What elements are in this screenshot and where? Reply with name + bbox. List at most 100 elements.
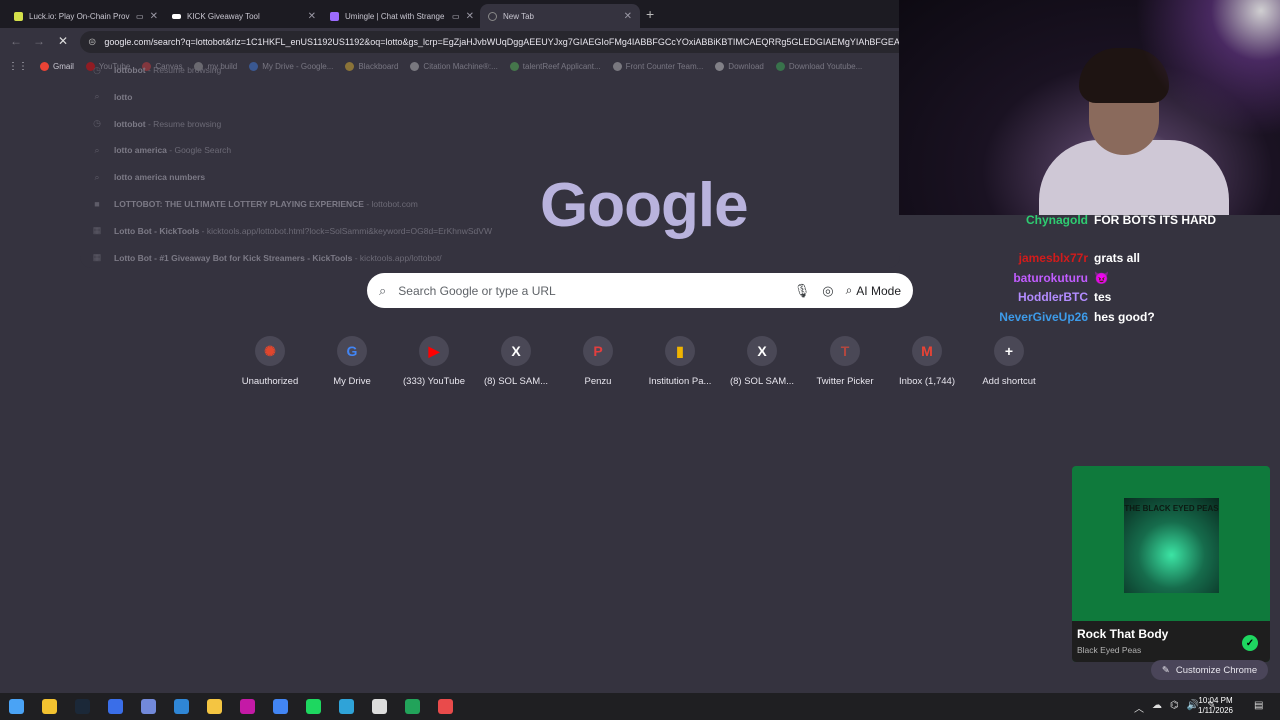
notification-icon[interactable]: ▤ <box>1254 700 1263 711</box>
omnibox-suggestion[interactable]: ⌕ lotto america numbers <box>92 170 205 184</box>
bookmark-item[interactable]: Gmail <box>40 61 74 71</box>
shortcut-label: My Drive <box>333 376 371 387</box>
bookmark-favicon-icon <box>40 61 49 71</box>
kick-next-icon[interactable] <box>231 693 264 720</box>
chrome-canary-glyph <box>207 699 222 714</box>
steam-icon[interactable] <box>66 693 99 720</box>
now-playing-card: THE BLACK EYED PEAS Rock That Body Black… <box>1072 466 1270 662</box>
forward-icon[interactable]: → <box>33 34 45 48</box>
omnibox-suggestion[interactable]: ■ LOTTOBOT: THE ULTIMATE LOTTERY PLAYING … <box>92 197 418 211</box>
shortcut-tile[interactable]: ✺ Unauthorized <box>229 336 311 387</box>
obs-icon[interactable] <box>429 693 462 720</box>
ai-mode-button[interactable]: ⌕ AI Mode <box>846 283 901 298</box>
omnibox-suggestion[interactable]: ◷ lottobot - Resume browsing <box>92 63 221 77</box>
close-tab-icon[interactable]: ✕ <box>150 11 158 22</box>
tab-new-tab[interactable]: New Tab ✕ <box>480 4 640 28</box>
back-icon[interactable]: ← <box>10 34 22 48</box>
tab-luck[interactable]: Luck.io: Play On-Chain Prov ▭ ✕ <box>6 4 166 28</box>
shortcut-label: (8) SOL SAM... <box>483 376 549 387</box>
terminal-icon[interactable] <box>396 693 429 720</box>
apps-icon[interactable]: ⋮⋮ <box>8 61 28 72</box>
search-icon: ⌕ <box>94 91 100 102</box>
chat-text: 😈 <box>1094 271 1109 285</box>
file-explorer-icon[interactable] <box>33 693 66 720</box>
loading-icon <box>488 11 497 21</box>
close-tab-icon[interactable]: ✕ <box>624 11 632 22</box>
address-bar[interactable]: ⊜ google.com/search?q=lottobot&rlz=1C1HK… <box>80 31 900 53</box>
shortcut-label: Penzu <box>584 376 612 387</box>
taskbar-clock[interactable]: 10:04 PM 1/11/2026 <box>1198 696 1233 716</box>
chat-message: NeverGiveUp26 hes good? <box>900 310 1280 328</box>
shortcut-tile[interactable]: ▮ Institution Pa... <box>639 336 721 387</box>
spotify-icon[interactable] <box>297 693 330 720</box>
site-info-icon[interactable]: ⊜ <box>88 37 96 48</box>
ai-search-icon: ⌕ <box>845 283 853 297</box>
settings-gear-glyph <box>372 699 387 714</box>
chat-message: Chynagold FOR BOTS ITS HARD <box>900 213 1280 231</box>
shortcut-tile[interactable]: X (8) SOL SAM... <box>475 336 557 387</box>
shortcut-tile[interactable]: X (8) SOL SAM... <box>721 336 803 387</box>
history-icon: ◷ <box>93 64 101 75</box>
taskbar <box>0 693 1280 720</box>
search-icon: ⌕ <box>94 171 100 182</box>
omnibox-suggestion[interactable]: ⌕ lotto <box>92 90 132 104</box>
chat-text: FOR BOTS ITS HARD <box>1094 213 1216 227</box>
media-icon: ▭ <box>136 11 144 21</box>
vscode-icon[interactable] <box>165 693 198 720</box>
shortcut-tile[interactable]: P Penzu <box>557 336 639 387</box>
search-input[interactable] <box>398 283 782 298</box>
tab-kick[interactable]: KICK Giveaway Tool ✕ <box>164 4 324 28</box>
chat-message: baturokuturu 😈 <box>900 271 1280 289</box>
shortcut-tile[interactable]: M Inbox (1,744) <box>886 336 968 387</box>
discord-icon[interactable] <box>132 693 165 720</box>
umingle-icon <box>330 11 339 21</box>
settings-gear-icon[interactable] <box>363 693 396 720</box>
shortcut-label: Twitter Picker <box>816 376 874 387</box>
shortcut-favicon-icon: P <box>583 336 613 366</box>
kick-icon <box>172 13 181 19</box>
shortcut-favicon-icon: M <box>912 336 942 366</box>
edge-dev-glyph <box>108 699 123 714</box>
shortcut-label: Inbox (1,744) <box>899 376 955 387</box>
shortcut-favicon-icon: X <box>501 336 531 366</box>
chat-username: jamesblx77r <box>1018 251 1088 265</box>
webcam-overlay <box>899 0 1280 215</box>
chat-username: Chynagold <box>1026 213 1088 227</box>
omnibox-suggestion[interactable]: ▦ Lotto Bot - #1 Giveaway Bot for Kick St… <box>92 251 442 265</box>
chat-message: jamesblx77r grats all <box>900 251 1280 269</box>
check-icon: ✓ <box>1242 635 1258 651</box>
tab-umingle[interactable]: Umingle | Chat with Strange ▭ ✕ <box>322 4 482 28</box>
close-tab-icon[interactable]: ✕ <box>308 11 316 22</box>
windows-start-icon[interactable] <box>0 693 33 720</box>
search-icon: ⌕ <box>94 144 100 155</box>
new-tab-button[interactable]: + <box>646 6 654 22</box>
shortcut-tile[interactable]: ▶ (333) YouTube <box>393 336 475 387</box>
shortcut-tile[interactable]: T Twitter Picker <box>804 336 886 387</box>
shortcut-tile[interactable]: G My Drive <box>311 336 393 387</box>
chrome-canary-icon[interactable] <box>198 693 231 720</box>
kick-next-glyph <box>240 699 255 714</box>
omnibox-suggestion[interactable]: ⌕ lotto america - Google Search <box>92 143 231 157</box>
lens-icon[interactable]: ◎ <box>822 283 833 299</box>
shortcut-label: (8) SOL SAM... <box>729 376 795 387</box>
bookmark-label: Gmail <box>53 61 74 71</box>
stop-icon[interactable]: ✕ <box>58 34 68 48</box>
chrome-icon[interactable] <box>264 693 297 720</box>
edge-icon[interactable] <box>330 693 363 720</box>
chat-text: tes <box>1094 290 1112 304</box>
cloud-icon[interactable]: ☁ <box>1152 700 1162 715</box>
network-icon[interactable]: ⌬ <box>1170 700 1179 715</box>
microphone-icon[interactable]: 🎙 <box>794 283 811 299</box>
customize-chrome-button[interactable]: ✎ Customize Chrome <box>1151 660 1268 680</box>
omnibox-suggestion[interactable]: ▦ Lotto Bot - KickTools - kicktools.app/l… <box>92 224 492 238</box>
edge-dev-icon[interactable] <box>99 693 132 720</box>
search-box[interactable]: ⌕ 🎙 ◎ ⌕ AI Mode <box>367 273 913 308</box>
close-tab-icon[interactable]: ✕ <box>466 11 474 22</box>
file-explorer-glyph <box>42 699 57 714</box>
windows-start-glyph <box>9 699 24 714</box>
shortcut-tile[interactable]: + Add shortcut <box>968 336 1050 387</box>
steam-glyph <box>75 699 90 714</box>
omnibox-suggestion[interactable]: ◷ lottobot - Resume browsing <box>92 117 221 131</box>
shortcut-label: (333) YouTube <box>403 376 465 387</box>
chevron-up-icon[interactable]: ︿ <box>1134 700 1144 715</box>
